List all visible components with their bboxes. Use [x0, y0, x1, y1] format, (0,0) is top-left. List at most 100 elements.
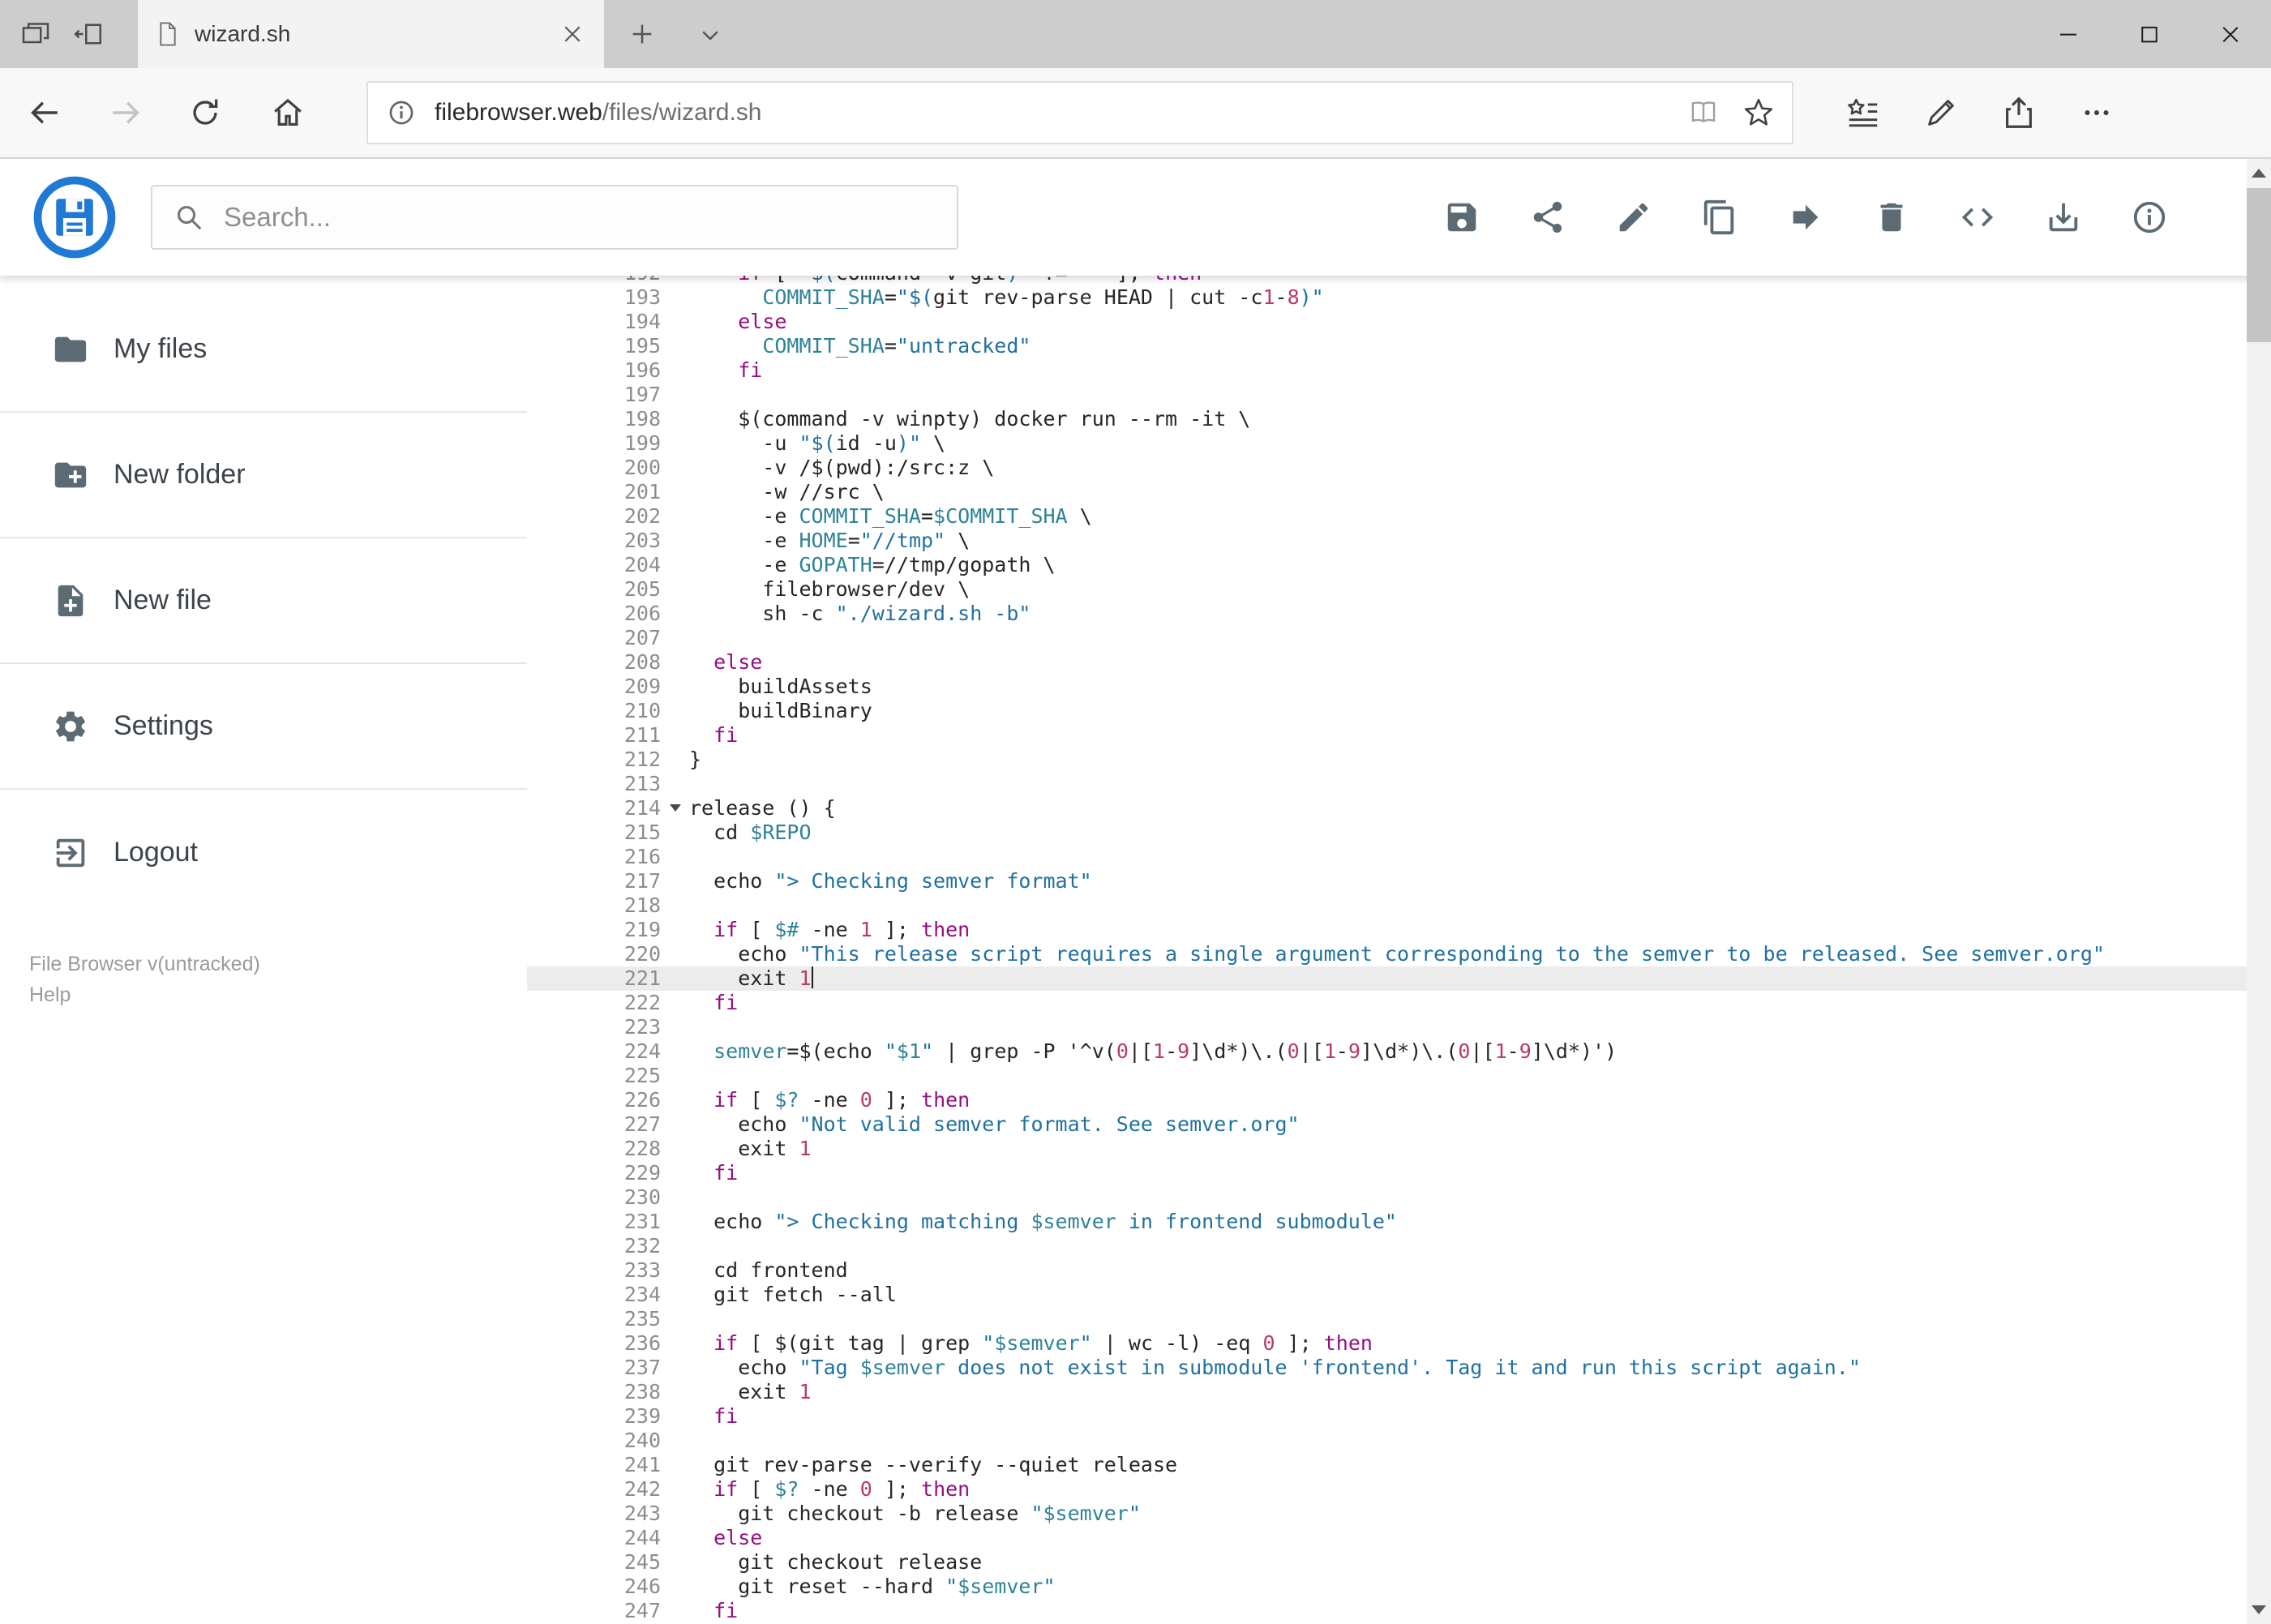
- code-line-233[interactable]: 233 cd frontend: [527, 1258, 2247, 1283]
- raw-view-icon[interactable]: [1958, 198, 1997, 237]
- search-box[interactable]: [151, 185, 958, 250]
- code-line-230[interactable]: 230: [527, 1185, 2247, 1210]
- address-bar[interactable]: filebrowser.web/files/wizard.sh: [366, 81, 1793, 144]
- code-line-222[interactable]: 222 fi: [527, 991, 2247, 1015]
- sidebar-item-new-file[interactable]: New file: [0, 538, 527, 664]
- vertical-scrollbar[interactable]: [2247, 159, 2271, 1624]
- rename-icon[interactable]: [1614, 198, 1653, 237]
- scroll-down-icon[interactable]: [2252, 1605, 2266, 1614]
- close-button[interactable]: [2190, 0, 2271, 68]
- tab-close-icon[interactable]: [560, 22, 585, 46]
- code-line-245[interactable]: 245 git checkout release: [527, 1550, 2247, 1575]
- tab-preview-icon[interactable]: [18, 16, 54, 52]
- maximize-button[interactable]: [2109, 0, 2190, 68]
- code-line-195[interactable]: 195 COMMIT_SHA="untracked": [527, 334, 2247, 358]
- code-line-235[interactable]: 235: [527, 1307, 2247, 1331]
- set-tabs-aside-icon[interactable]: [71, 16, 107, 52]
- code-line-223[interactable]: 223: [527, 1015, 2247, 1039]
- code-line-194[interactable]: 194 else: [527, 310, 2247, 334]
- code-line-214[interactable]: 214 release () {: [527, 796, 2247, 821]
- code-line-204[interactable]: 204 -e GOPATH=//tmp/gopath \: [527, 553, 2247, 577]
- code-line-225[interactable]: 225: [527, 1064, 2247, 1088]
- search-input[interactable]: [224, 202, 957, 233]
- code-line-246[interactable]: 246 git reset --hard "$semver": [527, 1575, 2247, 1599]
- reading-view-icon[interactable]: [1688, 97, 1719, 128]
- code-line-192[interactable]: 192 if [ "$(command -v git)" != "" ]; th…: [527, 276, 2247, 285]
- help-link[interactable]: Help: [29, 979, 260, 1010]
- code-line-237[interactable]: 237 echo "Tag $semver does not exist in …: [527, 1356, 2247, 1380]
- share-icon[interactable]: [1528, 198, 1567, 237]
- refresh-button[interactable]: [182, 90, 228, 135]
- code-line-197[interactable]: 197: [527, 383, 2247, 407]
- code-line-217[interactable]: 217 echo "> Checking semver format": [527, 869, 2247, 893]
- sidebar-item-settings[interactable]: Settings: [0, 664, 527, 790]
- code-line-229[interactable]: 229 fi: [527, 1161, 2247, 1185]
- copy-icon[interactable]: [1700, 198, 1739, 237]
- code-line-206[interactable]: 206 sh -c "./wizard.sh -b": [527, 602, 2247, 626]
- code-line-240[interactable]: 240: [527, 1429, 2247, 1453]
- code-line-215[interactable]: 215 cd $REPO: [527, 821, 2247, 845]
- url-text[interactable]: filebrowser.web/files/wizard.sh: [435, 99, 1688, 126]
- new-tab-button[interactable]: [624, 16, 660, 52]
- hub-favorites-icon[interactable]: [1840, 90, 1886, 135]
- code-line-227[interactable]: 227 echo "Not valid semver format. See s…: [527, 1112, 2247, 1137]
- code-line-239[interactable]: 239 fi: [527, 1404, 2247, 1429]
- back-button[interactable]: [22, 90, 67, 135]
- code-line-236[interactable]: 236 if [ $(git tag | grep "$semver" | wc…: [527, 1331, 2247, 1356]
- code-line-205[interactable]: 205 filebrowser/dev \: [527, 577, 2247, 602]
- code-line-238[interactable]: 238 exit 1: [527, 1380, 2247, 1404]
- code-line-226[interactable]: 226 if [ $? -ne 0 ]; then: [527, 1088, 2247, 1112]
- fold-toggle-icon[interactable]: [670, 804, 681, 812]
- favorite-star-icon[interactable]: [1743, 97, 1774, 128]
- code-line-193[interactable]: 193 COMMIT_SHA="$(git rev-parse HEAD | c…: [527, 285, 2247, 310]
- code-line-209[interactable]: 209 buildAssets: [527, 675, 2247, 699]
- code-editor[interactable]: 192 if [ "$(command -v git)" != "" ]; th…: [527, 276, 2247, 1624]
- code-line-232[interactable]: 232: [527, 1234, 2247, 1258]
- code-line-242[interactable]: 242 if [ $? -ne 0 ]; then: [527, 1477, 2247, 1502]
- web-note-pen-icon[interactable]: [1918, 90, 1964, 135]
- code-line-211[interactable]: 211 fi: [527, 723, 2247, 748]
- download-icon[interactable]: [2044, 198, 2083, 237]
- info-icon[interactable]: [2130, 198, 2169, 237]
- code-line-213[interactable]: 213: [527, 772, 2247, 796]
- code-line-221[interactable]: 221 exit 1: [527, 966, 2247, 991]
- code-line-244[interactable]: 244 else: [527, 1526, 2247, 1550]
- sidebar-item-new-folder[interactable]: New folder: [0, 413, 527, 538]
- code-line-220[interactable]: 220 echo "This release script requires a…: [527, 942, 2247, 966]
- code-line-247[interactable]: 247 fi: [527, 1599, 2247, 1623]
- share-page-icon[interactable]: [1996, 90, 2042, 135]
- code-line-203[interactable]: 203 -e HOME="//tmp" \: [527, 529, 2247, 553]
- site-info-icon[interactable]: [386, 97, 417, 128]
- code-line-212[interactable]: 212}: [527, 748, 2247, 772]
- scroll-up-icon[interactable]: [2252, 169, 2266, 178]
- code-line-243[interactable]: 243 git checkout -b release "$semver": [527, 1502, 2247, 1526]
- code-line-218[interactable]: 218: [527, 893, 2247, 918]
- code-line-216[interactable]: 216: [527, 845, 2247, 869]
- code-line-196[interactable]: 196 fi: [527, 358, 2247, 383]
- delete-icon[interactable]: [1872, 198, 1911, 237]
- move-icon[interactable]: [1786, 198, 1825, 237]
- scroll-thumb[interactable]: [2247, 188, 2271, 342]
- code-line-208[interactable]: 208 else: [527, 650, 2247, 675]
- browser-tab[interactable]: wizard.sh: [138, 0, 604, 68]
- code-line-231[interactable]: 231 echo "> Checking matching $semver in…: [527, 1210, 2247, 1234]
- code-line-219[interactable]: 219 if [ $# -ne 1 ]; then: [527, 918, 2247, 942]
- code-line-228[interactable]: 228 exit 1: [527, 1137, 2247, 1161]
- minimize-button[interactable]: [2028, 0, 2109, 68]
- code-line-234[interactable]: 234 git fetch --all: [527, 1283, 2247, 1307]
- code-line-224[interactable]: 224 semver=$(echo "$1" | grep -P '^v(0|[…: [527, 1039, 2247, 1064]
- code-line-199[interactable]: 199 -u "$(id -u)" \: [527, 431, 2247, 456]
- code-line-202[interactable]: 202 -e COMMIT_SHA=$COMMIT_SHA \: [527, 504, 2247, 529]
- save-icon[interactable]: [1442, 198, 1481, 237]
- code-line-200[interactable]: 200 -v /$(pwd):/src:z \: [527, 456, 2247, 480]
- code-line-198[interactable]: 198 $(command -v winpty) docker run --rm…: [527, 407, 2247, 431]
- home-button[interactable]: [265, 90, 311, 135]
- sidebar-item-logout[interactable]: Logout: [0, 790, 527, 915]
- tab-list-chevron-icon[interactable]: [694, 21, 726, 49]
- forward-button[interactable]: [103, 90, 148, 135]
- code-line-207[interactable]: 207: [527, 626, 2247, 650]
- more-options-icon[interactable]: [2074, 90, 2119, 135]
- code-line-210[interactable]: 210 buildBinary: [527, 699, 2247, 723]
- sidebar-item-my-files[interactable]: My files: [0, 287, 527, 413]
- filebrowser-logo[interactable]: [32, 175, 117, 259]
